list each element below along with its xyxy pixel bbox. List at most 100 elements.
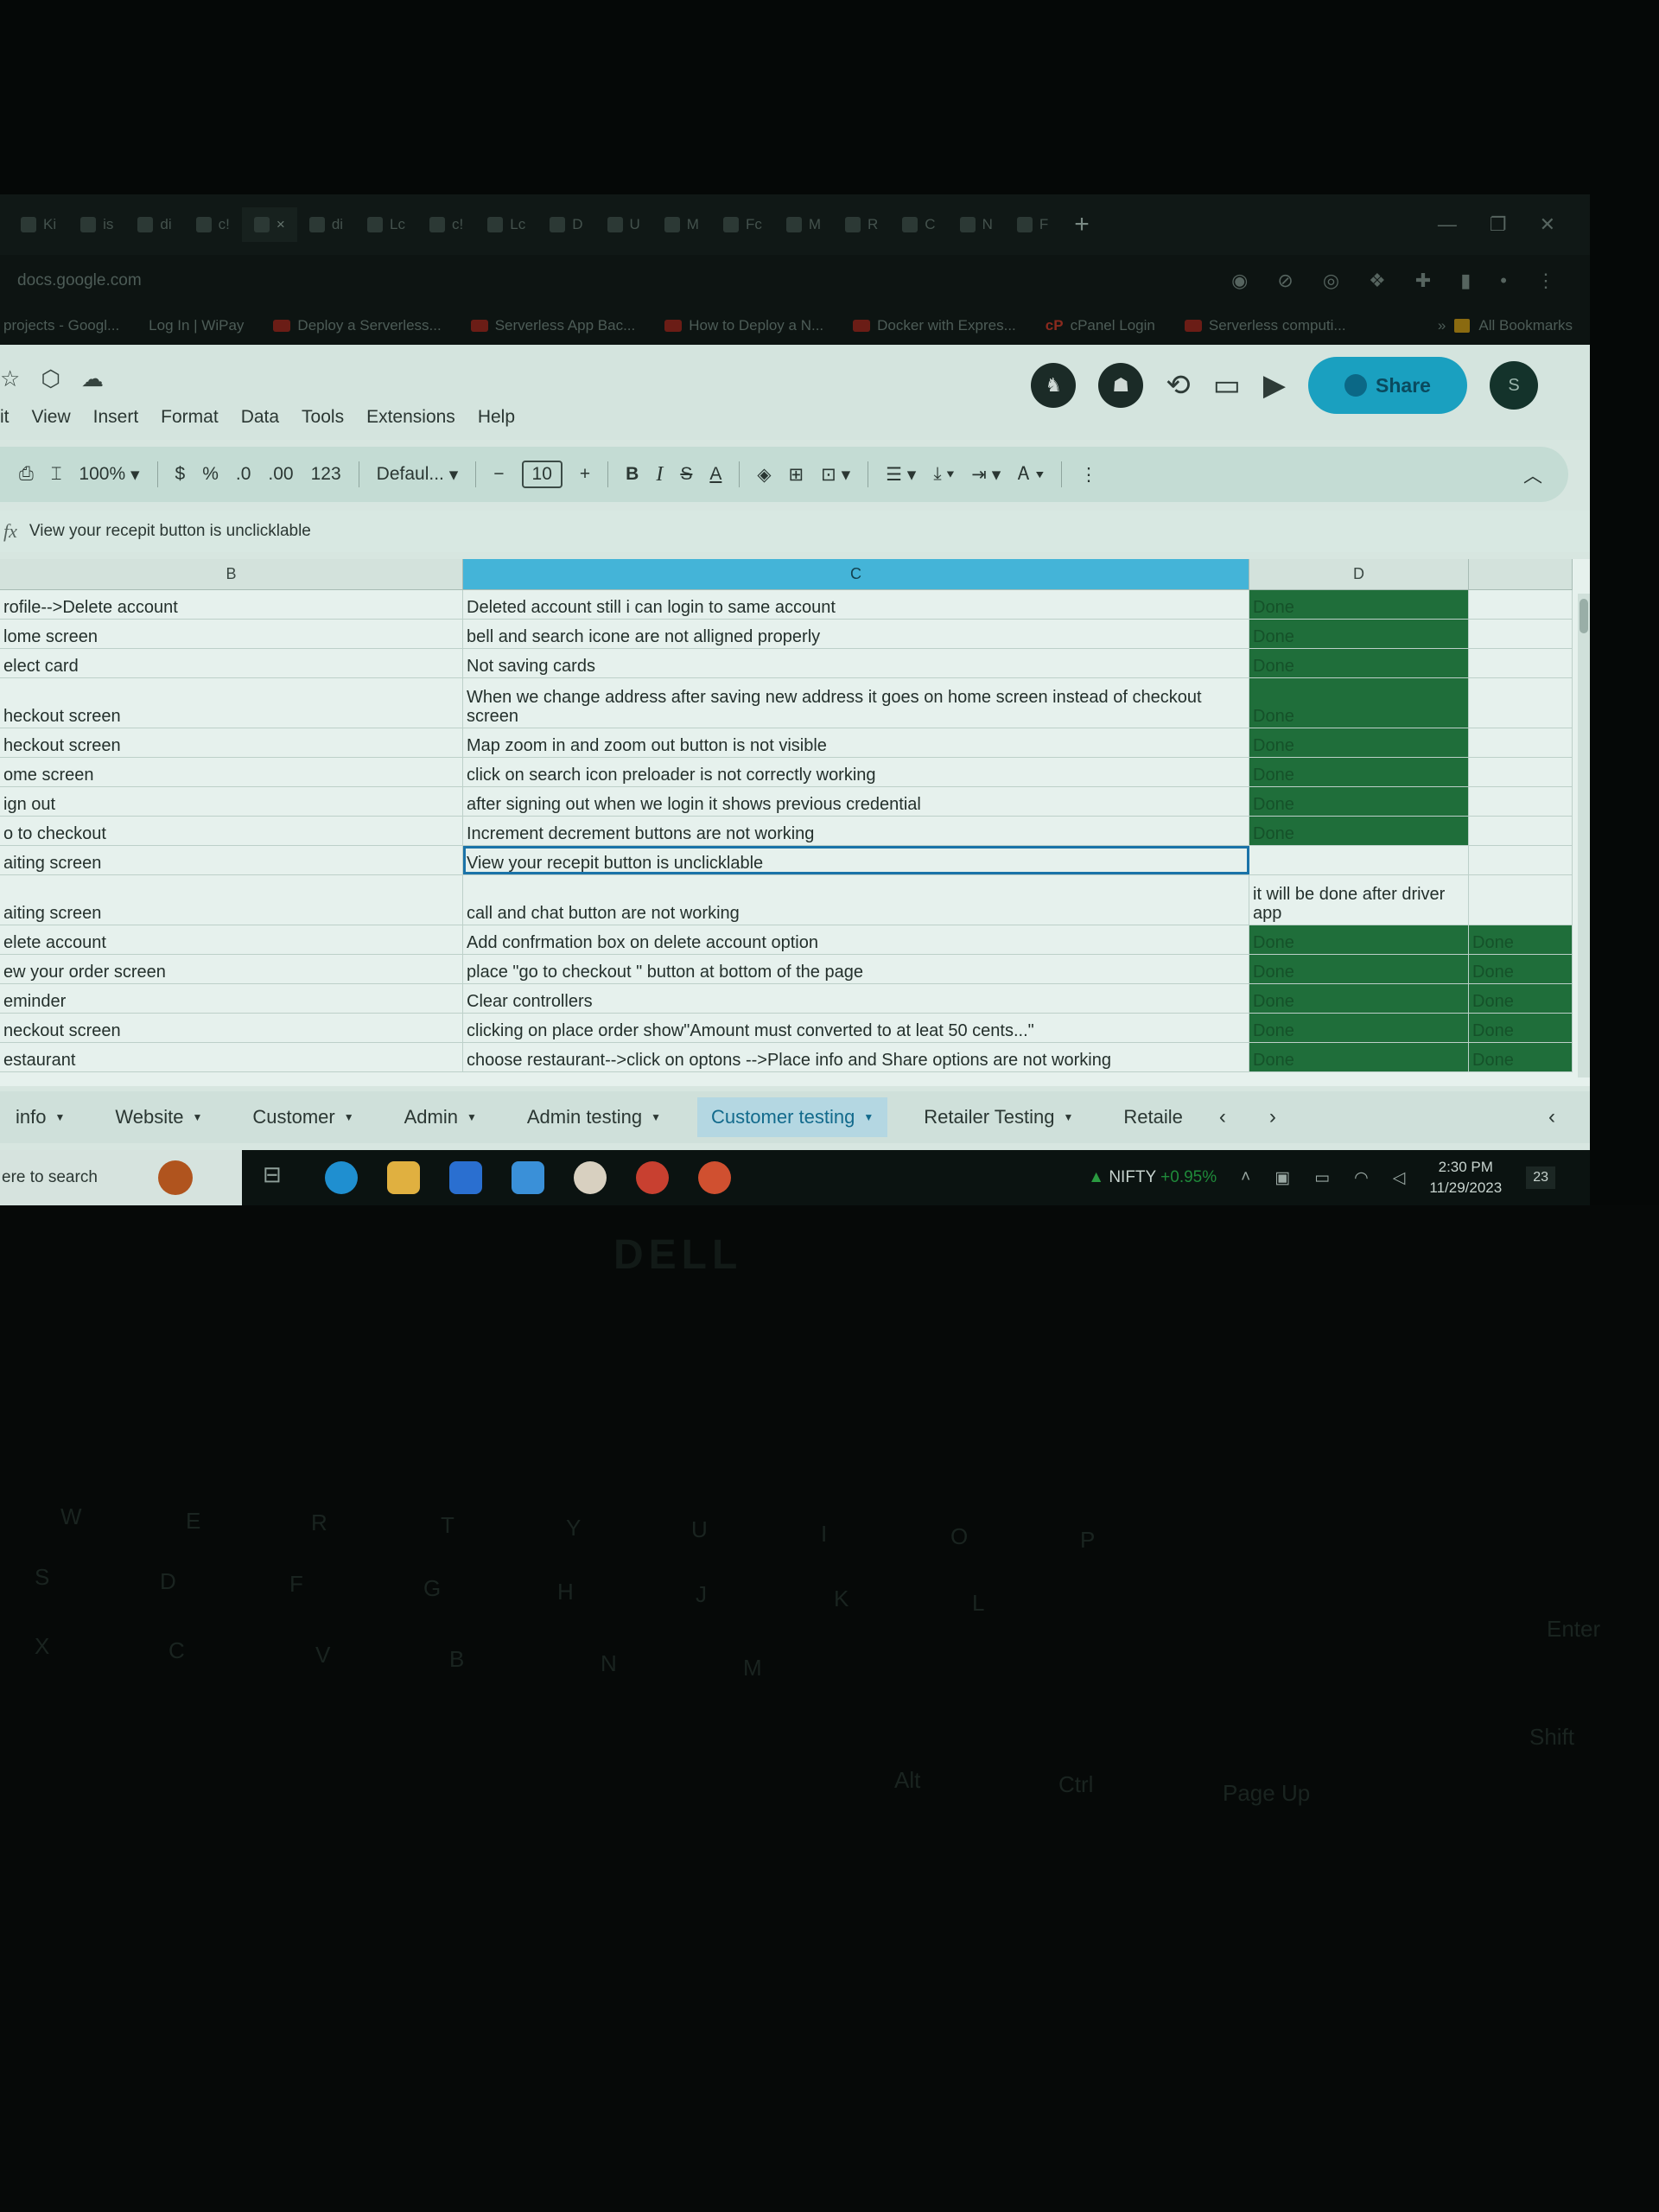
font-select[interactable]: Defaul... ▾	[377, 464, 459, 486]
percent-format-button[interactable]: %	[202, 464, 219, 485]
clock[interactable]: 2:30 PM 11/29/2023	[1429, 1157, 1502, 1198]
browser-tab[interactable]: c!	[184, 207, 242, 242]
more-formats-button[interactable]: 123	[311, 464, 341, 485]
cell-status[interactable]: Done	[1249, 817, 1469, 845]
cell-issue[interactable]: click on search icon preloader is not co…	[463, 758, 1249, 786]
bookmark-item[interactable]: cP cPanel Login	[1046, 317, 1155, 334]
extension-icon[interactable]: ◎	[1323, 270, 1339, 292]
cell-status[interactable]: Done	[1249, 787, 1469, 816]
browser-tab[interactable]: di	[297, 207, 355, 242]
cell-screen[interactable]: eminder	[0, 984, 463, 1013]
cell-status[interactable]: Done	[1249, 678, 1469, 728]
all-bookmarks[interactable]: » All Bookmarks	[1438, 317, 1590, 334]
sheet-tab-website[interactable]: Website ▼	[101, 1097, 216, 1137]
extension-icon[interactable]: ❖	[1369, 270, 1386, 292]
meet-icon[interactable]: ▶	[1263, 368, 1286, 403]
side-panel-icon[interactable]: ▮	[1460, 270, 1471, 292]
star-icon[interactable]: ☆	[0, 365, 20, 392]
browser-tab[interactable]: is	[68, 207, 125, 242]
browser-tab[interactable]: D	[537, 207, 594, 242]
cell-issue-selected[interactable]: View your recepit button is unclicklable	[463, 846, 1249, 874]
browser-tab[interactable]: Ki	[9, 207, 68, 242]
fill-color-icon[interactable]: ◈	[757, 464, 771, 486]
bookmark-item[interactable]: Log In | WiPay	[149, 317, 244, 334]
chevron-right-icon[interactable]: ›	[1269, 1105, 1276, 1129]
sheet-tab-retailer[interactable]: Retaile	[1109, 1097, 1196, 1137]
chevron-down-icon[interactable]: ▼	[344, 1111, 354, 1123]
browser-tab[interactable]: F	[1005, 207, 1060, 242]
cell-status[interactable]: Done	[1249, 649, 1469, 677]
cell-status-extra[interactable]	[1469, 846, 1573, 874]
store-icon[interactable]	[449, 1161, 482, 1194]
cell-status-extra[interactable]: Done	[1469, 925, 1573, 954]
menu-help[interactable]: Help	[478, 407, 515, 428]
cell-issue[interactable]: Add confrmation box on delete account op…	[463, 925, 1249, 954]
side-panel-toggle-icon[interactable]: ‹	[1548, 1105, 1590, 1129]
sheet-tab-retailer-testing[interactable]: Retailer Testing ▼	[910, 1097, 1087, 1137]
task-view-icon[interactable]: ⊟	[263, 1161, 296, 1194]
chevron-left-icon[interactable]: ‹	[1219, 1105, 1226, 1129]
bold-button[interactable]: B	[626, 464, 639, 485]
currency-format-button[interactable]: $	[175, 464, 186, 485]
browser-tab[interactable]: M	[652, 207, 711, 242]
borders-icon[interactable]: ⊞	[789, 464, 804, 486]
collapse-menus-icon[interactable]: ︿	[1523, 461, 1568, 488]
mail-icon[interactable]	[512, 1161, 544, 1194]
browser-tab[interactable]: N	[948, 207, 1005, 242]
cell-screen[interactable]: neckout screen	[0, 1014, 463, 1042]
chevron-down-icon[interactable]: ▼	[192, 1111, 202, 1123]
browser-tab[interactable]: Lc	[475, 207, 537, 242]
browser-tab[interactable]: R	[833, 207, 890, 242]
url-field[interactable]: docs.google.com	[17, 271, 142, 290]
strikethrough-button[interactable]: S	[680, 464, 692, 485]
cell-screen[interactable]: heckout screen	[0, 678, 463, 728]
cell-status[interactable]: Done	[1249, 728, 1469, 757]
bookmark-item[interactable]: Deploy a Serverless...	[273, 317, 442, 334]
menu-insert[interactable]: Insert	[93, 407, 139, 428]
slack-icon[interactable]	[574, 1161, 607, 1194]
text-rotation-icon[interactable]: Ꭺ ▾	[1018, 464, 1044, 485]
wifi-icon[interactable]: ◠	[1354, 1168, 1369, 1188]
column-header-b[interactable]: B	[0, 559, 463, 590]
cell-screen[interactable]: rofile-->Delete account	[0, 590, 463, 619]
cell-status[interactable]: it will be done after driver app	[1249, 875, 1469, 925]
cell-issue[interactable]: bell and search icone are not alligned p…	[463, 620, 1249, 648]
zoom-select[interactable]: 100% ▾	[79, 464, 139, 486]
more-bookmarks-button[interactable]: »	[1438, 317, 1446, 334]
bookmark-item[interactable]: projects - Googl...	[3, 317, 119, 334]
browser-menu-icon[interactable]: ⋮	[1536, 270, 1555, 292]
chrome-icon[interactable]	[698, 1161, 731, 1194]
cell-status[interactable]: Done	[1249, 984, 1469, 1013]
tab-close-icon[interactable]: ×	[276, 216, 285, 233]
menu-edit[interactable]: it	[0, 407, 10, 428]
cell-screen[interactable]: lome screen	[0, 620, 463, 648]
cell-issue[interactable]: place "go to checkout " button at bottom…	[463, 955, 1249, 983]
text-wrapping-icon[interactable]: ⇥ ▾	[971, 464, 1001, 486]
cell-screen[interactable]: ew your order screen	[0, 955, 463, 983]
cell-status[interactable]: Done	[1249, 1014, 1469, 1042]
cell-issue[interactable]: call and chat button are not working	[463, 875, 1249, 925]
cell-status-extra[interactable]	[1469, 590, 1573, 619]
browser-tab[interactable]: Lc	[355, 207, 417, 242]
cell-screen[interactable]: aiting screen	[0, 846, 463, 874]
cell-issue[interactable]: Map zoom in and zoom out button is not v…	[463, 728, 1249, 757]
chevron-down-icon[interactable]: ▼	[1063, 1111, 1073, 1123]
font-size-increase-button[interactable]: +	[580, 464, 590, 485]
sheet-tab-customer-testing[interactable]: Customer testing ▼	[697, 1097, 888, 1137]
menu-format[interactable]: Format	[161, 407, 219, 428]
menu-view[interactable]: View	[32, 407, 71, 428]
column-header-e[interactable]	[1469, 559, 1573, 590]
cell-issue[interactable]: clicking on place order show"Amount must…	[463, 1014, 1249, 1042]
increase-decimal-button[interactable]: .00	[268, 464, 293, 485]
bookmark-item[interactable]: How to Deploy a N...	[664, 317, 823, 334]
bookmark-item[interactable]: Serverless App Bac...	[470, 317, 635, 334]
cell-status-extra[interactable]	[1469, 758, 1573, 786]
cell-screen[interactable]: o to checkout	[0, 817, 463, 845]
cell-status-extra[interactable]: Done	[1469, 1043, 1573, 1071]
font-size-decrease-button[interactable]: −	[493, 464, 504, 485]
chevron-down-icon[interactable]: ▼	[863, 1111, 874, 1123]
menu-tools[interactable]: Tools	[302, 407, 344, 428]
comments-icon[interactable]: ▭	[1213, 368, 1241, 403]
browser-tab-active[interactable]: ×	[241, 207, 297, 242]
extensions-puzzle-icon[interactable]: ✚	[1415, 270, 1431, 292]
